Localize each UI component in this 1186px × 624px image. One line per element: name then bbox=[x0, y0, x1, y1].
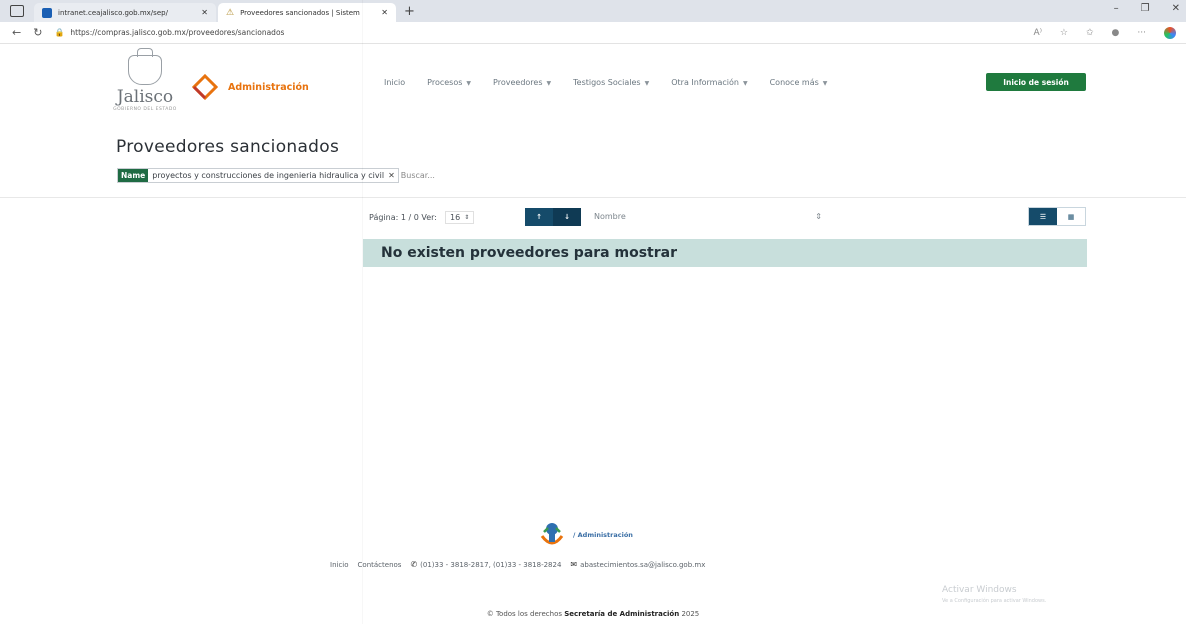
footer-phones: (01)33 - 3818-2817, (01)33 - 3818-2824 bbox=[420, 560, 562, 569]
refresh-icon[interactable]: ↻ bbox=[33, 26, 42, 39]
filter-chip[interactable]: Name proyectos y construcciones de ingen… bbox=[117, 168, 399, 183]
jalisco-crest-icon bbox=[128, 48, 162, 85]
per-page-value: 16 bbox=[450, 213, 461, 222]
new-tab-icon[interactable]: + bbox=[404, 4, 415, 19]
close-tab-icon[interactable]: ✕ bbox=[201, 8, 208, 17]
browser-toolbar: A⁾ ☆ ✩ ● ··· bbox=[1034, 26, 1176, 39]
chevron-down-icon: ▼ bbox=[644, 80, 650, 87]
nav-item-otra-informacion[interactable]: Otra Información ▼ bbox=[671, 78, 747, 87]
nav-label: Conoce más bbox=[769, 78, 819, 87]
sort-field-select[interactable]: Nombre ⇕ bbox=[594, 212, 822, 221]
phone-icon: ✆ bbox=[410, 560, 418, 569]
nav-item-proveedores[interactable]: Proveedores ▼ bbox=[493, 78, 551, 87]
site-favicon-icon bbox=[42, 7, 52, 18]
filter-chip-key: Name bbox=[118, 169, 149, 182]
page-title: Proveedores sancionados bbox=[116, 137, 340, 157]
minimize-icon[interactable]: – bbox=[1114, 3, 1119, 14]
chevron-down-icon: ▼ bbox=[742, 80, 748, 87]
pager: Página: 1 / 0 Ver: 16 ⇕ bbox=[369, 211, 475, 224]
page-root: intranet.ceajalisco.gob.mx/sep/ ✕ ⚠ Prov… bbox=[0, 0, 1186, 624]
jalisco-logo-sub: GOBIERNO DEL ESTADO bbox=[113, 107, 177, 112]
copyright-year: 2025 bbox=[681, 610, 700, 618]
search-input[interactable] bbox=[400, 171, 461, 180]
administracion-label: Administración bbox=[228, 81, 309, 93]
jalisco-logo-word: Jalisco bbox=[116, 87, 174, 107]
copyright: © Todos los derechos Secretaría de Admin… bbox=[0, 610, 1186, 618]
sort-ascending-button[interactable]: ↑ bbox=[525, 208, 553, 226]
close-window-icon[interactable]: ✕ bbox=[1172, 3, 1180, 14]
browser-tab-bar: intranet.ceajalisco.gob.mx/sep/ ✕ ⚠ Prov… bbox=[0, 0, 1186, 22]
email-icon: ✉ bbox=[570, 560, 578, 569]
footer-links: Inicio Contáctenos ✆ (01)33 - 3818-2817,… bbox=[330, 560, 705, 569]
jalisco-logo[interactable]: Jalisco GOBIERNO DEL ESTADO bbox=[100, 48, 190, 120]
per-page-select[interactable]: 16 ⇕ bbox=[445, 211, 475, 224]
copyright-prefix: © Todos los derechos bbox=[486, 610, 563, 618]
chevron-down-icon: ▼ bbox=[546, 80, 552, 87]
sort-descending-button[interactable]: ↓ bbox=[553, 208, 581, 226]
nav-item-testigos-sociales[interactable]: Testigos Sociales ▼ bbox=[573, 78, 649, 87]
browser-tab-intranet[interactable]: intranet.ceajalisco.gob.mx/sep/ ✕ bbox=[34, 3, 216, 22]
footer-emblem-icon bbox=[537, 520, 567, 550]
chevron-down-icon: ▼ bbox=[822, 80, 828, 87]
profile-icon[interactable]: ● bbox=[1112, 28, 1120, 38]
nav-label: Inicio bbox=[384, 78, 406, 87]
watermark-title: Activar Windows bbox=[942, 585, 1017, 595]
administracion-logo[interactable]: Administración bbox=[192, 74, 309, 100]
tab-actions-icon[interactable] bbox=[10, 5, 24, 17]
header-divider bbox=[0, 197, 1186, 198]
grid-view-icon[interactable]: ▦ bbox=[1057, 208, 1085, 225]
main-nav: Inicio Procesos ▼ Proveedores ▼ Testigos S… bbox=[384, 78, 849, 87]
nav-label: Proveedores bbox=[493, 78, 543, 87]
nav-label: Testigos Sociales bbox=[573, 78, 641, 87]
list-view-icon[interactable]: ☰ bbox=[1029, 208, 1057, 225]
sort-direction-buttons: ↑ ↓ bbox=[525, 208, 581, 226]
footer-logo[interactable]: / Administración bbox=[537, 520, 633, 550]
login-button[interactable]: Inicio de sesión bbox=[986, 73, 1086, 91]
select-arrows-icon: ⇕ bbox=[815, 212, 822, 221]
view-toggle: ☰ ▦ bbox=[1028, 207, 1086, 226]
url-text: https://compras.jalisco.gob.mx/proveedor… bbox=[70, 28, 285, 37]
favorite-star-icon[interactable]: ☆ bbox=[1060, 28, 1068, 38]
tab-title: Proveedores sancionados | Sistem bbox=[240, 8, 360, 17]
warning-favicon-icon: ⚠ bbox=[226, 7, 235, 18]
remove-filter-icon[interactable]: ✕ bbox=[388, 171, 398, 180]
empty-results-alert: No existen proveedores para mostrar bbox=[363, 239, 1087, 267]
filter-chip-value: proyectos y construcciones de ingenieria… bbox=[152, 171, 385, 180]
maximize-icon[interactable]: ❐ bbox=[1141, 3, 1150, 14]
window-controls: – ❐ ✕ bbox=[1114, 3, 1180, 14]
windows-activation-watermark: Activar Windows Ve a Configuración para … bbox=[942, 585, 1046, 604]
footer-admin-label: / Administración bbox=[573, 531, 633, 539]
close-tab-icon[interactable]: ✕ bbox=[381, 8, 388, 17]
read-aloud-icon[interactable]: A⁾ bbox=[1034, 28, 1042, 38]
select-arrows-icon: ⇕ bbox=[464, 214, 470, 221]
lock-icon: 🔒 bbox=[54, 28, 65, 37]
browser-tab-proveedores[interactable]: ⚠ Proveedores sancionados | Sistem ✕ bbox=[218, 3, 396, 22]
copyright-org: Secretaría de Administración bbox=[564, 610, 680, 618]
nav-item-procesos[interactable]: Procesos ▼ bbox=[427, 78, 471, 87]
pager-text: Página: 1 / 0 Ver: bbox=[369, 213, 437, 222]
footer-link-inicio[interactable]: Inicio bbox=[330, 561, 349, 569]
sort-field-value: Nombre bbox=[594, 212, 626, 221]
administracion-diamond-icon bbox=[192, 74, 218, 100]
column-divider bbox=[362, 0, 363, 624]
nav-item-conoce-mas[interactable]: Conoce más ▼ bbox=[770, 78, 828, 87]
copilot-icon[interactable] bbox=[1164, 26, 1176, 39]
watermark-subtitle: Ve a Configuración para activar Windows. bbox=[942, 598, 1047, 604]
more-icon[interactable]: ··· bbox=[1137, 28, 1146, 38]
back-arrow-icon[interactable]: ← bbox=[12, 26, 21, 39]
filter-bar: Name proyectos y construcciones de ingen… bbox=[117, 168, 587, 183]
address-bar: ← ↻ 🔒 https://compras.jalisco.gob.mx/pro… bbox=[0, 22, 1186, 44]
nav-label: Procesos bbox=[427, 78, 463, 87]
nav-item-inicio[interactable]: Inicio bbox=[384, 78, 405, 87]
footer-email-link[interactable]: abastecimientos.sa@jalisco.gob.mx bbox=[580, 561, 705, 569]
chevron-down-icon: ▼ bbox=[466, 80, 472, 87]
footer-link-contacto[interactable]: Contáctenos bbox=[358, 561, 402, 569]
tab-title: intranet.ceajalisco.gob.mx/sep/ bbox=[58, 8, 168, 17]
favorites-icon[interactable]: ✩ bbox=[1086, 28, 1094, 38]
nav-label: Otra Información bbox=[671, 78, 739, 87]
url-field[interactable]: 🔒 https://compras.jalisco.gob.mx/proveed… bbox=[54, 25, 974, 41]
